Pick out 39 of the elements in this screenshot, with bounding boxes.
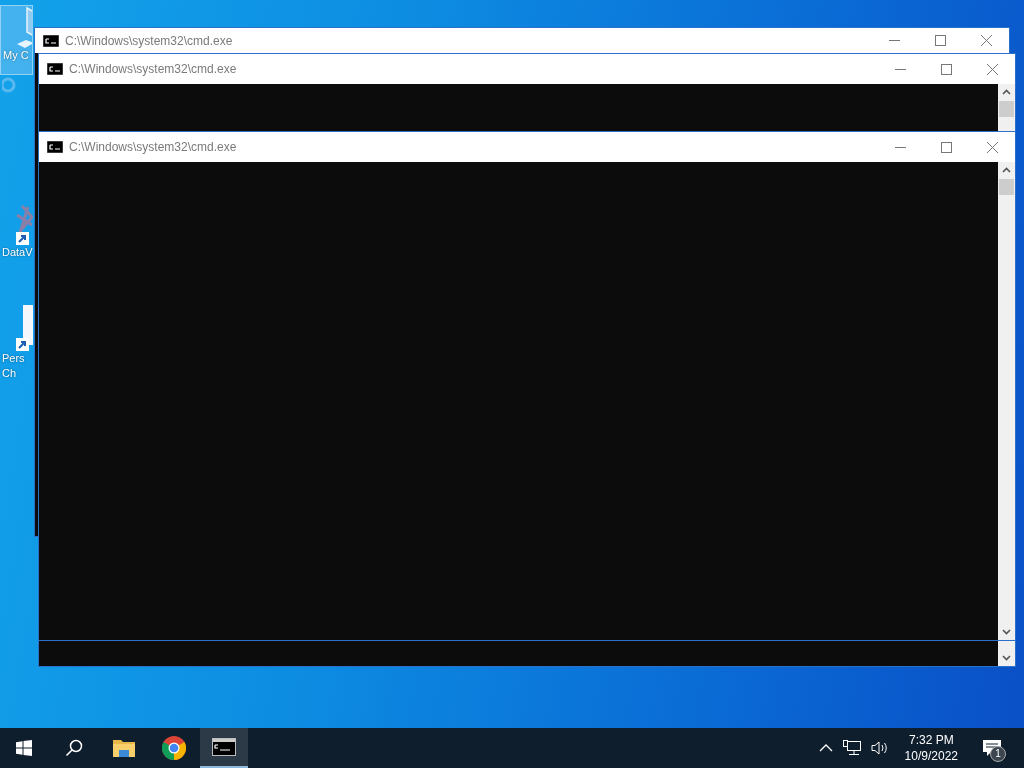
close-icon: [980, 35, 992, 46]
date-text: 10/9/2022: [904, 748, 958, 764]
window-title: C:\Windows\system32\cmd.exe: [69, 140, 238, 154]
cmd-button[interactable]: [200, 728, 248, 768]
maximize-icon: [934, 35, 946, 46]
desktop-icon[interactable]: My C: [0, 5, 33, 75]
icon-label: Ch: [2, 366, 17, 381]
console-icon: [43, 34, 59, 47]
caret-up-icon[interactable]: [818, 743, 833, 753]
clock[interactable]: 7:32 PM 10/9/2022: [896, 732, 966, 764]
browser-icon: [162, 736, 186, 760]
icon-label: My C: [3, 48, 29, 63]
maximize-icon: [940, 141, 952, 153]
maximize-icon: [940, 63, 952, 75]
window-title: C:\Windows\system32\cmd.exe: [65, 33, 234, 48]
computer-icon: [17, 6, 32, 48]
icon-label: Pers: [2, 351, 25, 366]
scrollbar[interactable]: [998, 162, 1015, 640]
desktop-icon[interactable]: Pers Ch: [0, 305, 33, 387]
console-icon: [212, 738, 236, 756]
network-icon[interactable]: [842, 740, 861, 756]
search-icon: [65, 739, 83, 757]
scroll-thumb[interactable]: [999, 101, 1014, 117]
console-icon: [47, 141, 63, 153]
time-text: 7:32 PM: [908, 732, 954, 748]
shortcut-icon: [16, 205, 33, 245]
icon-label: DataV: [2, 245, 33, 260]
desktop-icon[interactable]: DataV: [0, 205, 33, 275]
close-icon: [986, 63, 998, 75]
console-icon: [47, 63, 63, 75]
window-title: C:\Windows\system32\cmd.exe: [69, 62, 238, 76]
folder-icon: [113, 739, 135, 757]
notification-button[interactable]: 1: [972, 728, 1012, 768]
close-icon: [986, 141, 998, 153]
shortcut-icon: [16, 305, 33, 351]
volume-icon[interactable]: [870, 740, 889, 756]
windows-logo-icon: [16, 740, 32, 756]
notification-badge: 1: [990, 746, 1006, 762]
scroll-thumb[interactable]: [999, 179, 1014, 195]
